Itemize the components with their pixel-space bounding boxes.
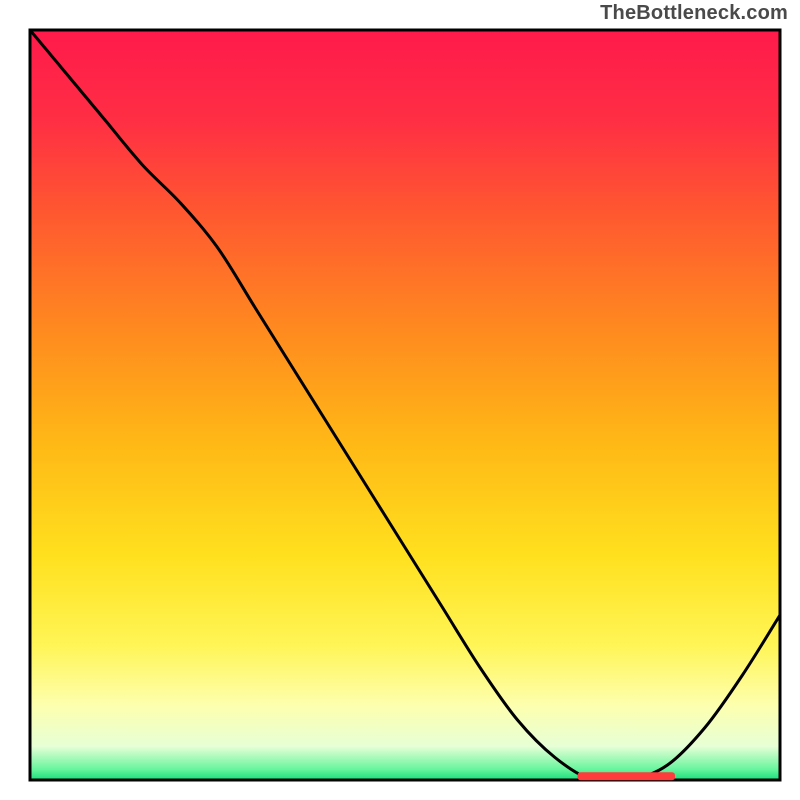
chart-stage: TheBottleneck.com <box>0 0 800 800</box>
bottleneck-chart <box>0 0 800 800</box>
gradient-background <box>30 30 780 780</box>
watermark-text: TheBottleneck.com <box>600 2 788 25</box>
optimum-marker <box>578 772 676 780</box>
